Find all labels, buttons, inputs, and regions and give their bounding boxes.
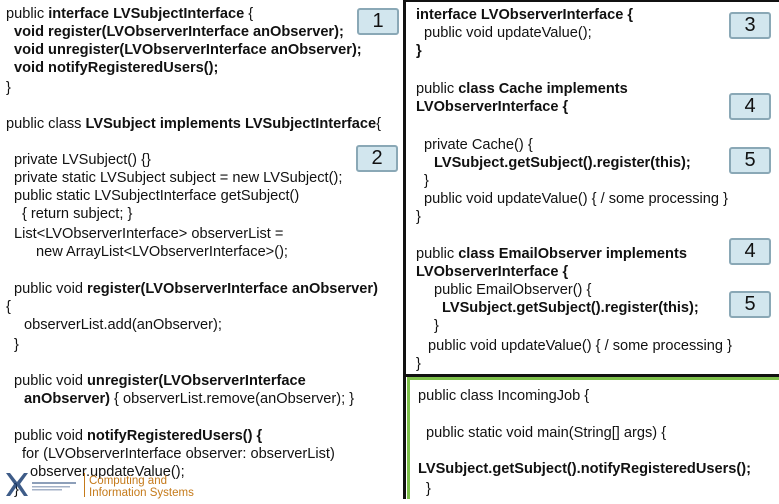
code-line: public class LVSubject implements LVSubj… (6, 116, 381, 132)
code-line: } (14, 337, 19, 353)
logo-divider (84, 473, 85, 497)
logo-line-2: Information Systems (89, 487, 194, 499)
code-line: } (6, 80, 11, 96)
code-line: } (434, 318, 439, 334)
code-line: public class EmailObserver implements (416, 246, 687, 262)
incoming-job-code-panel: public class IncomingJob { public static… (407, 377, 779, 499)
code-line: private static LVSubject subject = new L… (14, 170, 343, 186)
code-line: public void updateValue(); (424, 25, 592, 41)
code-line: public EmailObserver() { (434, 282, 592, 298)
logo-line-1: Computing and (89, 475, 167, 487)
step-badge-5: 5 (729, 291, 771, 318)
department-logo: Computing and Information Systems (2, 470, 194, 499)
code-line: public static LVSubjectInterface getSubj… (14, 188, 300, 204)
code-line: } (426, 481, 431, 497)
university-crest-icon (6, 473, 76, 496)
code-line: } (424, 173, 429, 189)
code-line: List<LVObserverInterface> observerList = (14, 226, 284, 242)
subject-code-panel: public interface LVSubjectInterface { vo… (0, 0, 406, 499)
code-line: } (416, 356, 421, 372)
code-line: public interface LVSubjectInterface { (6, 6, 254, 22)
step-badge-1: 1 (357, 8, 399, 35)
step-badge-3: 3 (729, 12, 771, 39)
code-line: { (6, 299, 11, 315)
code-line: public void updateValue() { / some proce… (428, 338, 732, 354)
step-badge-4: 4 (729, 93, 771, 120)
code-line: public static void main(String[] args) { (426, 425, 667, 441)
step-badge-5: 5 (729, 147, 771, 174)
code-line: public void unregister(LVObserverInterfa… (14, 373, 306, 389)
step-badge-4: 4 (729, 238, 771, 265)
code-line: void unregister(LVObserverInterface anOb… (14, 42, 362, 58)
code-line: new ArrayList<LVObserverInterface>(); (36, 244, 288, 260)
code-line: for (LVObserverInterface observer: obser… (22, 446, 335, 462)
observer-code-panel: interface LVObserverInterface { public v… (406, 0, 779, 377)
code-line: } (416, 209, 421, 225)
code-line: interface LVObserverInterface { (416, 7, 634, 23)
code-line: public class IncomingJob { (418, 388, 590, 404)
code-line: private LVSubject() {} (14, 152, 151, 168)
code-line: public void updateValue() { / some proce… (424, 191, 728, 207)
code-line: { return subject; } (22, 206, 133, 222)
code-line: public class Cache implements (416, 81, 628, 97)
code-line: LVSubject.getSubject().notifyRegisteredU… (418, 461, 751, 477)
code-line: public void notifyRegisteredUsers() { (14, 428, 263, 444)
code-line: LVSubject.getSubject().register(this); (442, 300, 699, 316)
code-line: void register(LVObserverInterface anObse… (14, 24, 344, 40)
code-line: void notifyRegisteredUsers(); (14, 60, 219, 76)
code-line: } (416, 43, 422, 59)
code-line: observerList.add(anObserver); (24, 317, 222, 333)
code-line: private Cache() { (424, 137, 533, 153)
code-line: LVObserverInterface { (416, 264, 569, 280)
code-line: anObserver) { observerList.remove(anObse… (24, 391, 355, 407)
code-line: public void register(LVObserverInterface… (14, 281, 378, 297)
code-line: LVObserverInterface { (416, 99, 569, 115)
step-badge-2: 2 (356, 145, 398, 172)
code-line: LVSubject.getSubject().register(this); (434, 155, 691, 171)
